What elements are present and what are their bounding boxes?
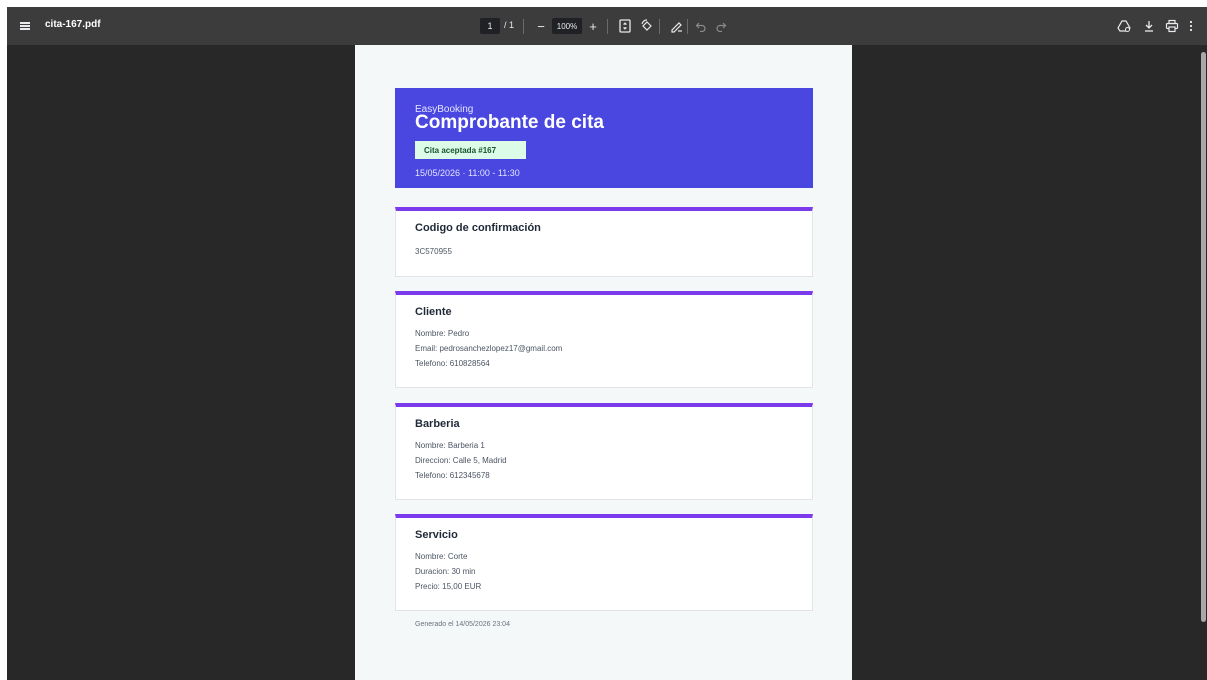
- zoom-input[interactable]: 100%: [552, 18, 582, 34]
- scrollbar-thumb[interactable]: [1201, 52, 1206, 622]
- toolbar-divider: [523, 19, 524, 34]
- annotate-icon[interactable]: [669, 17, 685, 35]
- download-icon[interactable]: [1140, 17, 1158, 35]
- menu-icon[interactable]: [15, 16, 35, 36]
- zoom-out-button[interactable]: −: [533, 16, 549, 36]
- card-title: Cliente: [415, 306, 452, 318]
- barbershop-phone: Telefono: 612345678: [415, 471, 490, 480]
- appointment-datetime: 15/05/2026 · 11:00 - 11:30: [415, 168, 520, 178]
- page-total: / 1: [504, 20, 515, 30]
- client-email: Email: pedrosanchezlopez17@gmail.com: [415, 344, 563, 353]
- service-price: Precio: 15,00 EUR: [415, 582, 482, 591]
- toolbar-divider: [687, 19, 688, 34]
- undo-icon[interactable]: [693, 17, 709, 35]
- card-title: Servicio: [415, 529, 458, 541]
- window-frame-left: [0, 0, 7, 680]
- card-title: Codigo de confirmación: [415, 222, 541, 234]
- client-phone: Telefono: 610828564: [415, 359, 490, 368]
- receipt-title: Comprobante de cita: [415, 112, 604, 133]
- more-icon[interactable]: [1185, 17, 1197, 35]
- card-title: Barberia: [415, 418, 460, 430]
- rotate-icon[interactable]: [639, 17, 655, 35]
- pdf-page: EasyBooking Comprobante de cita Cita ace…: [355, 45, 852, 680]
- service-name: Nombre: Corte: [415, 552, 468, 561]
- redo-icon[interactable]: [713, 17, 729, 35]
- status-badge: Cita aceptada #167: [415, 141, 526, 159]
- barbershop-name: Nombre: Barberia 1: [415, 441, 485, 450]
- toolbar-divider: [659, 19, 660, 34]
- generated-timestamp: Generado el 14/05/2026 23:04: [415, 621, 510, 628]
- pdf-toolbar: cita-167.pdf 1 / 1 − 100% +: [7, 7, 1207, 45]
- page-number-input[interactable]: 1: [480, 18, 500, 34]
- barbershop-address: Direccion: Calle 5, Madrid: [415, 456, 507, 465]
- client-name: Nombre: Pedro: [415, 329, 470, 338]
- fit-page-icon[interactable]: [617, 17, 633, 35]
- zoom-in-button[interactable]: +: [585, 16, 601, 36]
- receipt-header: EasyBooking Comprobante de cita Cita ace…: [395, 88, 813, 188]
- service-card: Servicio Nombre: Corte Duracion: 30 min …: [395, 514, 813, 611]
- client-card: Cliente Nombre: Pedro Email: pedrosanche…: [395, 291, 813, 388]
- print-icon[interactable]: [1163, 17, 1181, 35]
- file-name: cita-167.pdf: [45, 19, 101, 30]
- service-duration: Duracion: 30 min: [415, 567, 476, 576]
- confirmation-code: 3C570955: [415, 247, 452, 256]
- barbershop-card: Barberia Nombre: Barberia 1 Direccion: C…: [395, 403, 813, 500]
- drive-icon[interactable]: [1115, 17, 1133, 35]
- toolbar-divider: [607, 19, 608, 34]
- window-frame-top: [0, 0, 1207, 7]
- confirmation-card: Codigo de confirmación 3C570955: [395, 207, 813, 277]
